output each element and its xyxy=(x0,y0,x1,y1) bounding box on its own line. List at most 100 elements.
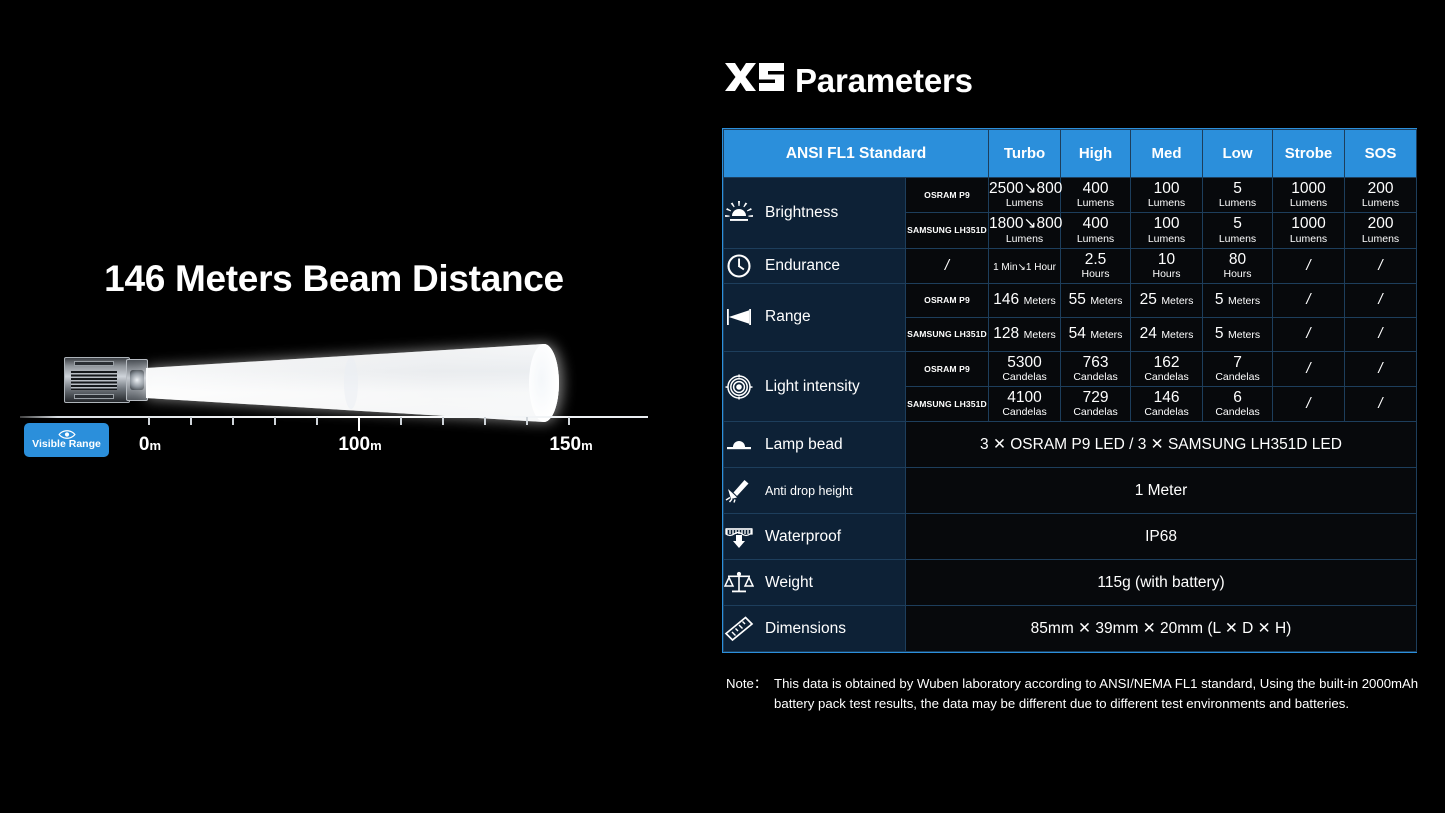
row-label-text: Light intensity xyxy=(765,377,860,395)
flashlight-ridges xyxy=(71,371,117,391)
ruler-tick xyxy=(442,417,444,425)
ruler-tick-major xyxy=(358,417,360,431)
row-label-range: Range xyxy=(723,282,906,352)
cell-range-samsung-turbo: 128 Meters xyxy=(988,316,1062,352)
row-label-light-intensity: Light intensity xyxy=(723,350,906,423)
row-label-lamp-bead: Lamp bead xyxy=(723,421,906,469)
cell-brightness-osram-turbo: 2500↘800 Lumens xyxy=(988,176,1062,214)
cell-brightness-osram-high: 400 Lumens xyxy=(1060,176,1132,214)
row-label-text: Dimensions xyxy=(765,619,846,637)
col-header-med: Med xyxy=(1130,129,1204,178)
ruler-tick xyxy=(400,417,402,425)
cell-intensity-samsung-turbo: 4100 Candelas xyxy=(988,386,1062,423)
cell-endurance-high: 2.5 Hours xyxy=(1060,247,1132,284)
cell-range-samsung-low: 5 Meters xyxy=(1202,316,1274,352)
col-header-low: Low xyxy=(1202,129,1274,178)
row-label-text: Lamp bead xyxy=(765,435,843,453)
cell-intensity-samsung-low: 6 Candelas xyxy=(1202,386,1274,423)
table-row-lamp-bead: Lamp bead 3 ✕ OSRAM P9 LED / 3 ✕ SAMSUNG… xyxy=(723,421,1418,469)
range-wedge-icon xyxy=(727,309,751,326)
light-beam xyxy=(146,340,562,426)
table-row-weight: Weight 115g (with battery) xyxy=(723,559,1418,607)
cell-range-osram-turbo: 146 Meters xyxy=(988,282,1062,318)
cell-intensity-samsung-high: 729 Candelas xyxy=(1060,386,1132,423)
row-label-waterproof: Waterproof xyxy=(723,513,906,561)
cell-brightness-samsung-high: 400 Lumens xyxy=(1060,212,1132,249)
row-label-weight: Weight xyxy=(723,559,906,607)
table-row-intensity-osram: Light intensity OSRAM P9 5300 Candelas 76… xyxy=(723,350,1418,423)
page-title: Parameters xyxy=(724,62,973,100)
ruler-label-100m: 100m xyxy=(338,434,382,455)
target-circles-icon xyxy=(725,374,753,400)
cell-endurance-low: 80 Hours xyxy=(1202,247,1274,284)
ruler-tick xyxy=(526,417,528,425)
cell-weight-value: 115g (with battery) xyxy=(904,559,1418,607)
cell-intensity-osram-low: 7 Candelas xyxy=(1202,350,1274,388)
cell-intensity-samsung-strobe: / xyxy=(1272,386,1346,423)
ruler-tick xyxy=(148,417,150,425)
product-spec-page: 146 Meters Beam Distance 0m 100m 150m Vi… xyxy=(0,0,1445,813)
cell-range-osram-med: 25 Meters xyxy=(1130,282,1204,318)
page-title-text: Parameters xyxy=(795,62,973,99)
col-header-high: High xyxy=(1060,129,1132,178)
row-label-dimensions: Dimensions xyxy=(723,605,906,653)
cell-waterproof-value: IP68 xyxy=(904,513,1418,561)
table-row-anti-drop-height: Anti drop height 1 Meter xyxy=(723,467,1418,515)
led-name-samsung: SAMSUNG LH351D xyxy=(904,316,990,352)
parameters-panel: Parameters ANSI FL1 Standard Turbo High … xyxy=(700,0,1445,813)
flashlight-body xyxy=(64,357,130,403)
cell-range-samsung-sos: / xyxy=(1344,316,1418,352)
cell-brightness-samsung-turbo: 1800↘800 Lumens xyxy=(988,212,1062,249)
cell-range-osram-sos: / xyxy=(1344,282,1418,318)
cell-intensity-osram-turbo: 5300 Candelas xyxy=(988,350,1062,388)
cell-intensity-osram-high: 763 Candelas xyxy=(1060,350,1132,388)
table-row-brightness-osram: Brightness OSRAM P9 2500↘800 Lumens 400 Lu… xyxy=(723,176,1418,249)
cell-range-samsung-high: 54 Meters xyxy=(1060,316,1132,352)
cell-endurance-turbo: 1 Min↘1 Hour xyxy=(988,247,1062,284)
visible-range-label: Visible Range xyxy=(32,438,101,450)
cell-brightness-osram-sos: 200 Lumens xyxy=(1344,176,1418,214)
spec-table-container: ANSI FL1 Standard Turbo High Med Low Str… xyxy=(722,128,1418,654)
ruler-baseline xyxy=(20,416,648,418)
row-label-endurance: Endurance xyxy=(723,247,906,284)
cell-dimensions-value: 85mm ✕ 39mm ✕ 20mm (L ✕ D ✕ H) xyxy=(904,605,1418,653)
col-header-sos: SOS xyxy=(1344,129,1418,178)
ruler-icon xyxy=(724,616,754,642)
col-header-strobe: Strobe xyxy=(1272,129,1346,178)
cell-intensity-osram-med: 162 Candelas xyxy=(1130,350,1204,388)
waterproof-icon xyxy=(725,528,753,548)
ruler-tick xyxy=(274,417,276,425)
visible-range-badge: Visible Range xyxy=(24,423,109,457)
table-row-range-osram: Range OSRAM P9 146 Meters 55 Meters 25 M… xyxy=(723,282,1418,352)
row-label-brightness: Brightness xyxy=(723,177,906,249)
led-name-osram: OSRAM P9 xyxy=(904,282,990,318)
cell-endurance-strobe: / xyxy=(1272,247,1346,284)
table-row-dimensions: Dimensions 85mm ✕ 39mm ✕ 20mm (L ✕ D ✕ H… xyxy=(723,605,1418,653)
row-label-text: Anti drop height xyxy=(765,483,853,498)
x2-logo-icon xyxy=(725,63,784,91)
cell-anti-drop-height-value: 1 Meter xyxy=(904,467,1418,515)
cell-intensity-osram-sos: / xyxy=(1344,350,1418,388)
row-label-text: Brightness xyxy=(765,203,839,221)
spec-table-head: ANSI FL1 Standard Turbo High Med Low Str… xyxy=(722,129,1418,178)
beam-distance-title: 146 Meters Beam Distance xyxy=(104,258,564,299)
cell-brightness-osram-med: 100 Lumens xyxy=(1130,176,1204,214)
cell-intensity-samsung-sos: / xyxy=(1344,386,1418,423)
cell-endurance-sos: / xyxy=(1344,247,1418,284)
beam-distance-panel: 146 Meters Beam Distance 0m 100m 150m Vi… xyxy=(0,0,700,813)
col-header-standard: ANSI FL1 Standard xyxy=(722,129,990,178)
cell-brightness-osram-strobe: 1000 Lumens xyxy=(1272,176,1346,214)
spec-table-body: Brightness OSRAM P9 2500↘800 Lumens 400 Lu… xyxy=(723,176,1418,653)
ruler-label-0m: 0m xyxy=(138,434,162,455)
cell-range-samsung-strobe: / xyxy=(1272,316,1346,352)
ruler-tick xyxy=(190,417,192,425)
clock-icon xyxy=(727,254,751,278)
cell-range-osram-low: 5 Meters xyxy=(1202,282,1274,318)
cell-endurance-lead: / xyxy=(904,247,990,284)
flashlight-illustration xyxy=(64,357,148,403)
distance-ruler xyxy=(20,416,650,431)
cell-range-osram-strobe: / xyxy=(1272,282,1346,318)
flashlight-bottom-plate xyxy=(74,394,114,399)
cell-brightness-samsung-sos: 200 Lumens xyxy=(1344,212,1418,249)
brightness-sun-icon xyxy=(725,200,753,221)
